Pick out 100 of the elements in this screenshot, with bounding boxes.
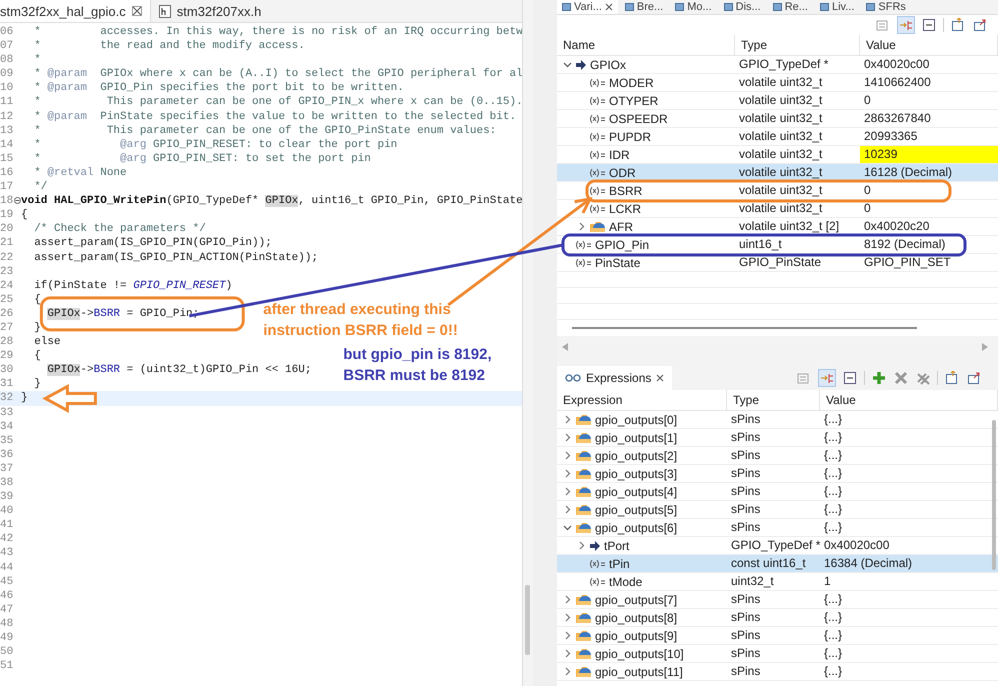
tree-row[interactable]: OSPEEDR volatile uint32_t 2863267840 [557, 110, 998, 128]
tree-row[interactable]: PinState GPIO_PinState GPIO_PIN_SET [557, 254, 998, 272]
scrollbar-track[interactable] [523, 0, 533, 686]
line-number: 25 [0, 292, 14, 307]
column-header[interactable]: Name [557, 35, 735, 55]
item-type: sPins [730, 447, 762, 464]
lines-icon[interactable] [876, 18, 890, 32]
tree-row[interactable]: ODR volatile uint32_t 16128 (Decimal) [557, 164, 998, 182]
view-tab[interactable]: Vari... [557, 0, 618, 14]
code-line: GPIOx->BSRR = GPIO_Pin; [46, 306, 200, 321]
new-window-icon[interactable] [951, 18, 965, 32]
code-line: } [33, 377, 41, 392]
item-value: 2863267840 [863, 110, 932, 127]
line-number: 20 [0, 222, 14, 236]
line-number: 13 [0, 124, 14, 138]
item-type: sPins [730, 519, 762, 536]
column-header[interactable]: Value [860, 35, 998, 55]
arrow-tree-icon[interactable] [899, 18, 913, 32]
collapse-all-icon[interactable] [922, 18, 936, 32]
view-tab[interactable]: Re... [768, 0, 813, 14]
line-number: 15 [0, 152, 14, 166]
chevron-right-icon[interactable] [563, 505, 572, 514]
tree-row[interactable]: gpio_outputs[11] sPins {...} [557, 663, 998, 681]
item-type: volatile uint32_t [738, 146, 824, 163]
chevron-right-icon[interactable] [563, 433, 572, 442]
tree-row[interactable]: gpio_outputs[9] sPins {...} [557, 627, 998, 645]
tree-row[interactable]: gpio_outputs[8] sPins {...} [557, 609, 998, 627]
view-tab[interactable]: Liv... [814, 0, 860, 14]
remove-all-icon[interactable] [916, 371, 930, 385]
close-icon[interactable] [604, 3, 613, 11]
tree-row[interactable]: tMode uint32_t 1 [557, 573, 998, 591]
tree-row[interactable]: GPIOx GPIO_TypeDef * 0x40020c00 [557, 56, 998, 74]
view-tab[interactable]: SFRs [861, 0, 911, 14]
item-value: {...} [823, 627, 844, 644]
chevron-down-icon[interactable] [563, 523, 572, 532]
arrow-tree-icon[interactable] [820, 371, 834, 385]
column-header[interactable]: Expression [557, 390, 727, 410]
view-tab[interactable]: Mo... [670, 0, 717, 14]
scrollbar-thumb[interactable] [992, 420, 996, 570]
line-number: 37 [0, 462, 14, 476]
scrollbar-thumb[interactable] [525, 585, 530, 655]
line-number: 08 [0, 53, 14, 68]
tree-row[interactable]: GPIO_Pin uint16_t 8192 (Decimal) [557, 236, 998, 254]
chevron-right-icon[interactable] [563, 631, 572, 640]
chevron-right-icon[interactable] [563, 469, 572, 478]
column-header[interactable]: Value [820, 390, 998, 410]
tree-row[interactable]: gpio_outputs[7] sPins {...} [557, 591, 998, 609]
column-header[interactable]: Type [735, 35, 860, 55]
scrollbar-thumb[interactable] [572, 327, 917, 329]
tree-row[interactable]: gpio_outputs[10] sPins {...} [557, 645, 998, 663]
tree-row[interactable]: tPin const uint16_t 16384 (Decimal) [557, 555, 998, 573]
remove-icon[interactable] [894, 371, 908, 385]
export-icon[interactable] [967, 371, 981, 385]
chevron-right-icon[interactable] [563, 415, 572, 424]
item-value: 1410662400 [863, 74, 932, 91]
item-value: {...} [823, 429, 844, 446]
chevron-right-icon[interactable] [563, 649, 572, 658]
view-tab[interactable]: Expressions [557, 366, 672, 390]
variable-icon [589, 78, 606, 88]
chevron-down-icon[interactable] [563, 60, 572, 69]
view-tab[interactable]: Dis... [718, 0, 766, 14]
tree-row[interactable]: gpio_outputs[0] sPins {...} [557, 411, 998, 429]
collapse-icon[interactable] [14, 197, 21, 204]
close-icon[interactable] [132, 6, 142, 16]
chevron-right-icon[interactable] [563, 667, 572, 676]
item-type: GPIO_PinState [738, 254, 822, 271]
line-number: 31 [0, 377, 14, 392]
tree-row[interactable]: AFR volatile uint32_t [2] 0x40020c20 [557, 218, 998, 236]
item-type: volatile uint32_t [738, 182, 824, 199]
line-number: 48 [0, 616, 14, 632]
item-value: 0 [863, 182, 872, 199]
line-number: 34 [0, 420, 14, 434]
collapse-all-icon[interactable] [843, 371, 857, 385]
plus-icon[interactable] [872, 371, 886, 385]
item-name: PUPDR [609, 130, 652, 144]
folder-icon [575, 503, 592, 516]
item-type: sPins [730, 663, 762, 680]
close-icon[interactable] [656, 374, 664, 382]
chevron-right-icon[interactable] [577, 541, 586, 550]
chevron-right-icon[interactable] [577, 222, 586, 231]
item-type: sPins [730, 609, 762, 626]
chevron-right-icon[interactable] [563, 451, 572, 460]
tree-row[interactable]: LCKR volatile uint32_t 0 [557, 200, 998, 218]
view-icon [820, 3, 829, 11]
chevron-right-icon[interactable] [563, 487, 572, 496]
column-header[interactable]: Type [727, 390, 820, 410]
view-tab[interactable]: Bre... [620, 0, 668, 14]
new-window-icon[interactable] [945, 371, 959, 385]
code-line: * @param PinState specifies the value to be written to the selected bit. [33, 110, 516, 124]
tree-row[interactable]: OTYPER volatile uint32_t 0 [557, 92, 998, 110]
line-number: 46 [0, 588, 14, 603]
chevron-right-icon[interactable] [563, 595, 572, 604]
tree-row[interactable]: MODER volatile uint32_t 1410662400 [557, 74, 998, 92]
variable-icon [589, 168, 606, 178]
item-value: 1 [823, 573, 832, 590]
tree-row[interactable]: BSRR volatile uint32_t 0 [557, 182, 998, 200]
file-tab[interactable]: stm32f207xx.h [150, 0, 270, 22]
file-tab[interactable]: stm32f2xx_hal_gpio.c [0, 0, 151, 22]
export-icon[interactable] [973, 18, 987, 32]
chevron-right-icon[interactable] [563, 613, 572, 622]
